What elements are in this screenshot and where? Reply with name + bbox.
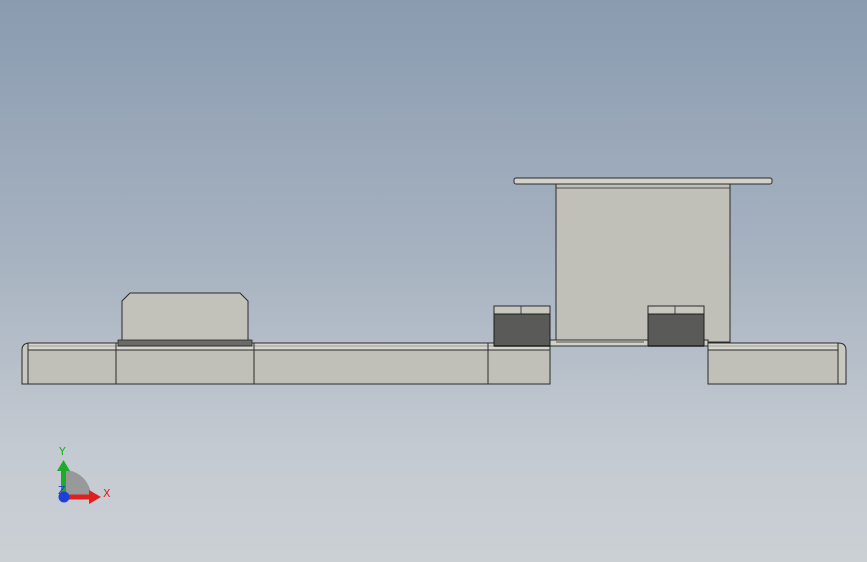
- right-base-segment: [707, 349, 839, 385]
- left-base-assembly[interactable]: [21, 342, 551, 385]
- right-base-top-rail: [707, 342, 839, 351]
- bearing-block-right-body: [647, 313, 705, 347]
- y-axis-label: Y: [58, 445, 66, 458]
- slider-carriage[interactable]: [117, 292, 253, 347]
- carriage-base-plate: [117, 339, 253, 347]
- y-axis-arrowhead: [57, 460, 70, 471]
- bearing-block-left-body: [493, 313, 551, 347]
- carriage-body: [121, 292, 249, 343]
- coordinate-triad[interactable]: Y X Z: [57, 445, 111, 504]
- top-flange-plate: [513, 177, 773, 185]
- z-axis-label: Z: [58, 484, 66, 497]
- base-segment-2: [115, 349, 255, 385]
- base-segment-1: [27, 349, 117, 385]
- right-base-assembly[interactable]: [707, 342, 847, 385]
- motor-housing-assembly[interactable]: [513, 177, 773, 347]
- triad-plane-sector: [64, 470, 91, 497]
- x-axis-label: X: [103, 487, 111, 500]
- cad-viewport[interactable]: Y X Z: [0, 0, 867, 562]
- bearing-block-right[interactable]: [647, 305, 705, 347]
- base-segment-3: [253, 349, 489, 385]
- base-segment-4: [487, 349, 551, 385]
- x-axis-arrowhead: [89, 490, 101, 504]
- bearing-block-left[interactable]: [493, 305, 551, 347]
- right-end-cap: [837, 342, 847, 385]
- base-top-rail: [27, 342, 551, 351]
- bearing-block-left-top: [493, 305, 551, 315]
- cad-model-view: Y X Z: [21, 177, 847, 504]
- bearing-block-right-top: [647, 305, 705, 315]
